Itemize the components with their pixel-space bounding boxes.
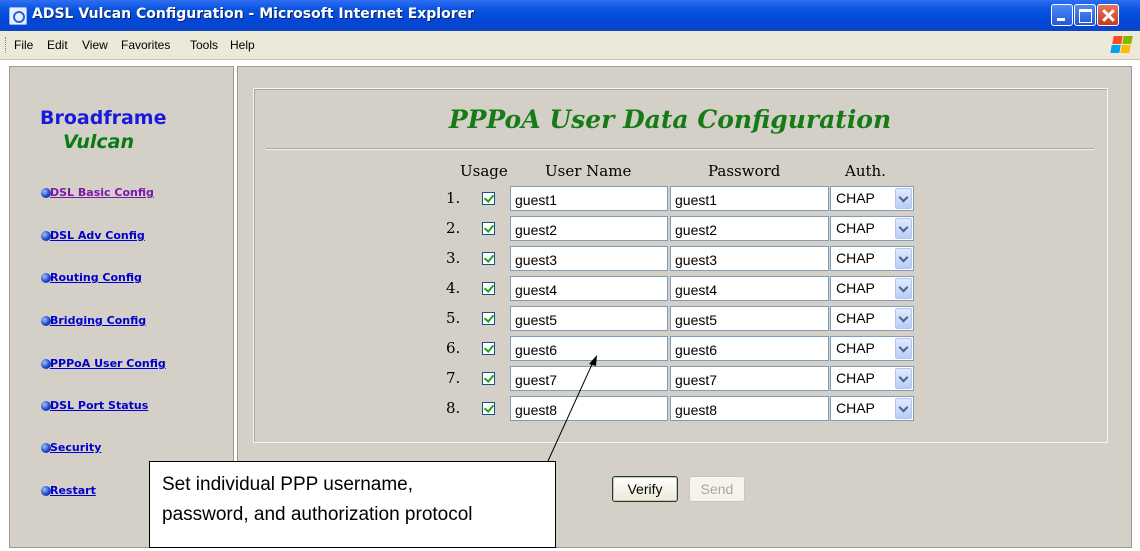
- row-number: 8.: [446, 399, 461, 417]
- menu-edit[interactable]: Edit: [47, 38, 68, 52]
- col-header-auth: Auth.: [845, 162, 886, 180]
- nav-label[interactable]: Security: [50, 441, 101, 454]
- password-field[interactable]: guest3: [670, 246, 829, 271]
- table-row: 5. guest5 guest5 CHAP: [0, 306, 1140, 332]
- col-header-usage: Usage: [460, 162, 508, 180]
- col-header-password: Password: [708, 162, 781, 180]
- row-number: 5.: [446, 309, 461, 327]
- password-field[interactable]: guest6: [670, 336, 829, 361]
- username-field[interactable]: guest7: [510, 366, 668, 391]
- row-number: 6.: [446, 339, 461, 357]
- nav-label[interactable]: Restart: [50, 484, 96, 497]
- password-field[interactable]: guest2: [670, 216, 829, 241]
- annotation-callout: Set individual PPP username, password, a…: [149, 461, 556, 548]
- menu-help[interactable]: Help: [230, 38, 255, 52]
- chevron-down-icon[interactable]: [895, 338, 912, 359]
- password-field[interactable]: guest5: [670, 306, 829, 331]
- table-row: 7. guest7 guest7 CHAP: [0, 366, 1140, 392]
- col-header-user-name: User Name: [545, 162, 632, 180]
- auth-select[interactable]: CHAP: [830, 246, 914, 271]
- callout-line-1: Set individual PPP username,: [162, 474, 414, 495]
- table-row: 8. guest8 guest8 CHAP: [0, 396, 1140, 422]
- chevron-down-icon[interactable]: [895, 398, 912, 419]
- auth-select[interactable]: CHAP: [830, 366, 914, 391]
- username-field[interactable]: guest3: [510, 246, 668, 271]
- menu-bar: File Edit View Favorites Tools Help: [0, 31, 1140, 60]
- callout-line-2: password, and authorization protocol: [162, 504, 473, 525]
- auth-select[interactable]: CHAP: [830, 216, 914, 241]
- auth-value: CHAP: [836, 370, 875, 386]
- username-field[interactable]: guest2: [510, 216, 668, 241]
- row-number: 1.: [446, 189, 461, 207]
- username-field[interactable]: guest8: [510, 396, 668, 421]
- usage-checkbox[interactable]: [482, 222, 495, 235]
- auth-value: CHAP: [836, 310, 875, 326]
- chevron-down-icon[interactable]: [895, 188, 912, 209]
- windows-logo-icon: [1110, 34, 1134, 56]
- table-row: 6. guest6 guest6 CHAP: [0, 336, 1140, 362]
- page-title: PPPoA User Data Configuration: [448, 105, 892, 134]
- window-title: ADSL Vulcan Configuration - Microsoft In…: [32, 6, 475, 22]
- auth-value: CHAP: [836, 250, 875, 266]
- password-field[interactable]: guest7: [670, 366, 829, 391]
- minimize-button[interactable]: [1051, 4, 1073, 26]
- menu-favorites[interactable]: Favorites: [121, 38, 170, 52]
- menu-file[interactable]: File: [14, 38, 33, 52]
- username-field[interactable]: guest4: [510, 276, 668, 301]
- usage-checkbox[interactable]: [482, 192, 495, 205]
- close-button[interactable]: [1097, 4, 1119, 26]
- chevron-down-icon[interactable]: [895, 308, 912, 329]
- row-number: 3.: [446, 249, 461, 267]
- username-field[interactable]: guest6: [510, 336, 668, 361]
- table-row: 1. guest1 guest1 CHAP: [0, 186, 1140, 212]
- usage-checkbox[interactable]: [482, 342, 495, 355]
- menu-view[interactable]: View: [82, 38, 108, 52]
- auth-value: CHAP: [836, 340, 875, 356]
- usage-checkbox[interactable]: [482, 402, 495, 415]
- brand-product: Vulcan: [63, 131, 134, 153]
- usage-checkbox[interactable]: [482, 372, 495, 385]
- row-number: 7.: [446, 369, 461, 387]
- password-field[interactable]: guest1: [670, 186, 829, 211]
- send-button[interactable]: Send: [689, 476, 745, 502]
- maximize-button[interactable]: [1074, 4, 1096, 26]
- usage-checkbox[interactable]: [482, 282, 495, 295]
- table-row: 3. guest3 guest3 CHAP: [0, 246, 1140, 272]
- auth-select[interactable]: CHAP: [830, 396, 914, 421]
- chevron-down-icon[interactable]: [895, 278, 912, 299]
- auth-select[interactable]: CHAP: [830, 306, 914, 331]
- ie-icon: [9, 7, 27, 25]
- auth-value: CHAP: [836, 280, 875, 296]
- row-number: 4.: [446, 279, 461, 297]
- usage-checkbox[interactable]: [482, 312, 495, 325]
- brand-name: Broadframe: [40, 107, 167, 129]
- auth-value: CHAP: [836, 190, 875, 206]
- menu-tools[interactable]: Tools: [190, 38, 218, 52]
- auth-select[interactable]: CHAP: [830, 186, 914, 211]
- chevron-down-icon[interactable]: [895, 248, 912, 269]
- password-field[interactable]: guest8: [670, 396, 829, 421]
- table-row: 4. guest4 guest4 CHAP: [0, 276, 1140, 302]
- chevron-down-icon[interactable]: [895, 218, 912, 239]
- title-divider: [266, 148, 1094, 150]
- usage-checkbox[interactable]: [482, 252, 495, 265]
- auth-select[interactable]: CHAP: [830, 276, 914, 301]
- auth-select[interactable]: CHAP: [830, 336, 914, 361]
- chevron-down-icon[interactable]: [895, 368, 912, 389]
- verify-button[interactable]: Verify: [612, 476, 678, 502]
- auth-value: CHAP: [836, 400, 875, 416]
- row-number: 2.: [446, 219, 461, 237]
- toolbar-grip: [5, 37, 8, 53]
- username-field[interactable]: guest1: [510, 186, 668, 211]
- username-field[interactable]: guest5: [510, 306, 668, 331]
- password-field[interactable]: guest4: [670, 276, 829, 301]
- window-titlebar: ADSL Vulcan Configuration - Microsoft In…: [0, 0, 1140, 31]
- auth-value: CHAP: [836, 220, 875, 236]
- table-row: 2. guest2 guest2 CHAP: [0, 216, 1140, 242]
